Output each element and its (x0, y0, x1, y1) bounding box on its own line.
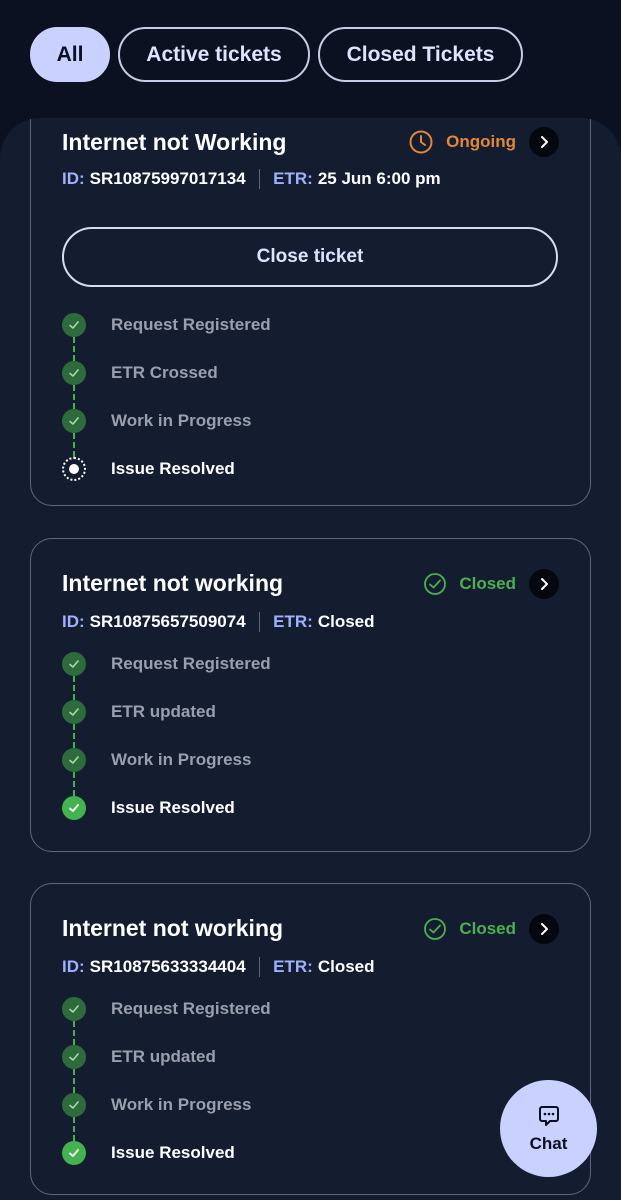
step-label: Request Registered (111, 654, 271, 673)
ticket-id: SR10875997017134 (89, 169, 246, 188)
step-work-in-progress: Work in Progress (62, 1081, 271, 1141)
filter-closed-tickets-button[interactable]: Closed Tickets (318, 27, 523, 82)
etr-label: ETR: (273, 957, 313, 976)
check-icon (62, 313, 86, 337)
step-request-registered: Request Registered (62, 985, 271, 1045)
progress-tracker: Request Registered ETR updated Work in P… (62, 985, 271, 1177)
check-icon (62, 652, 86, 676)
filter-all-button[interactable]: All (30, 27, 110, 82)
step-etr: ETR updated (62, 1033, 271, 1093)
ticket-title: Internet not working (62, 570, 284, 596)
chevron-right-icon (541, 136, 548, 148)
ticket-details-button[interactable] (529, 914, 559, 944)
current-step-icon (62, 457, 86, 481)
ticket-meta: ID: SR10875997017134 ETR: 25 Jun 6:00 pm (62, 169, 441, 189)
ticket-card[interactable]: Internet not Working Ongoing ID: SR10875… (30, 118, 591, 506)
chat-button[interactable]: Chat (500, 1080, 597, 1177)
status-label: Ongoing (446, 132, 516, 151)
ticket-details-button[interactable] (529, 127, 559, 157)
id-label: ID: (62, 957, 85, 976)
clock-icon (409, 130, 433, 154)
meta-divider (258, 957, 261, 977)
step-issue-resolved: Issue Resolved (62, 1129, 271, 1177)
ticket-id: SR10875657509074 (89, 612, 246, 631)
ticket-status: Ongoing (408, 129, 516, 155)
status-label: Closed (459, 919, 516, 938)
filter-bar: All Active tickets Closed Tickets (30, 27, 523, 82)
step-work-in-progress: Work in Progress (62, 397, 271, 457)
etr-label: ETR: (273, 612, 313, 631)
ticket-id: SR10875633334404 (89, 957, 246, 976)
step-label: ETR updated (111, 1047, 216, 1066)
step-label: Request Registered (111, 999, 271, 1018)
etr-value: Closed (317, 957, 375, 976)
chat-bubble-icon (538, 1105, 559, 1126)
check-icon (62, 361, 86, 385)
id-label: ID: (62, 169, 85, 188)
check-icon (62, 1045, 86, 1069)
step-work-in-progress: Work in Progress (62, 736, 271, 796)
step-request-registered: Request Registered (62, 640, 271, 700)
step-label: Issue Resolved (111, 1143, 235, 1162)
meta-divider (258, 612, 261, 632)
chevron-right-icon (541, 923, 548, 935)
step-etr: ETR updated (62, 688, 271, 748)
check-icon (62, 748, 86, 772)
step-label: Work in Progress (111, 1095, 252, 1114)
step-label: Request Registered (111, 315, 271, 334)
check-circle-icon (424, 918, 447, 940)
step-request-registered: Request Registered (62, 301, 271, 361)
filter-active-tickets-button[interactable]: Active tickets (118, 27, 310, 82)
step-label: ETR Crossed (111, 363, 218, 382)
meta-divider (258, 169, 261, 189)
check-icon (62, 1093, 86, 1117)
id-label: ID: (62, 612, 85, 631)
chat-label: Chat (529, 1133, 568, 1153)
ticket-meta: ID: SR10875657509074 ETR: Closed (62, 612, 375, 632)
etr-value: Closed (317, 612, 375, 631)
ticket-status: Closed (423, 917, 516, 941)
ticket-title: Internet not Working (62, 129, 287, 155)
step-issue-resolved: Issue Resolved (62, 445, 271, 493)
check-icon (62, 700, 86, 724)
ticket-title: Internet not working (62, 915, 284, 941)
ticket-status: Closed (423, 572, 516, 596)
progress-tracker: Request Registered ETR updated Work in P… (62, 640, 271, 832)
check-circle-icon (424, 573, 447, 595)
close-ticket-button[interactable]: Close ticket (62, 227, 558, 287)
etr-value: 25 Jun 6:00 pm (317, 169, 441, 188)
status-label: Closed (459, 574, 516, 593)
chevron-right-icon (541, 578, 548, 590)
ticket-meta: ID: SR10875633334404 ETR: Closed (62, 957, 375, 977)
step-label: ETR updated (111, 702, 216, 721)
etr-label: ETR: (273, 169, 313, 188)
progress-tracker: Request Registered ETR Crossed Work in P… (62, 301, 271, 493)
ticket-card[interactable]: Internet not working Closed ID: SR108756… (30, 538, 591, 852)
check-icon (62, 796, 86, 820)
step-label: Work in Progress (111, 750, 252, 769)
check-icon (62, 997, 86, 1021)
step-label: Issue Resolved (111, 798, 235, 817)
step-issue-resolved: Issue Resolved (62, 784, 271, 832)
tickets-panel[interactable]: Internet not Working Ongoing ID: SR10875… (0, 118, 621, 1200)
ticket-details-button[interactable] (529, 569, 559, 599)
step-label: Issue Resolved (111, 459, 235, 478)
step-label: Work in Progress (111, 411, 252, 430)
check-icon (62, 409, 86, 433)
check-icon (62, 1141, 86, 1165)
step-etr: ETR Crossed (62, 349, 271, 409)
